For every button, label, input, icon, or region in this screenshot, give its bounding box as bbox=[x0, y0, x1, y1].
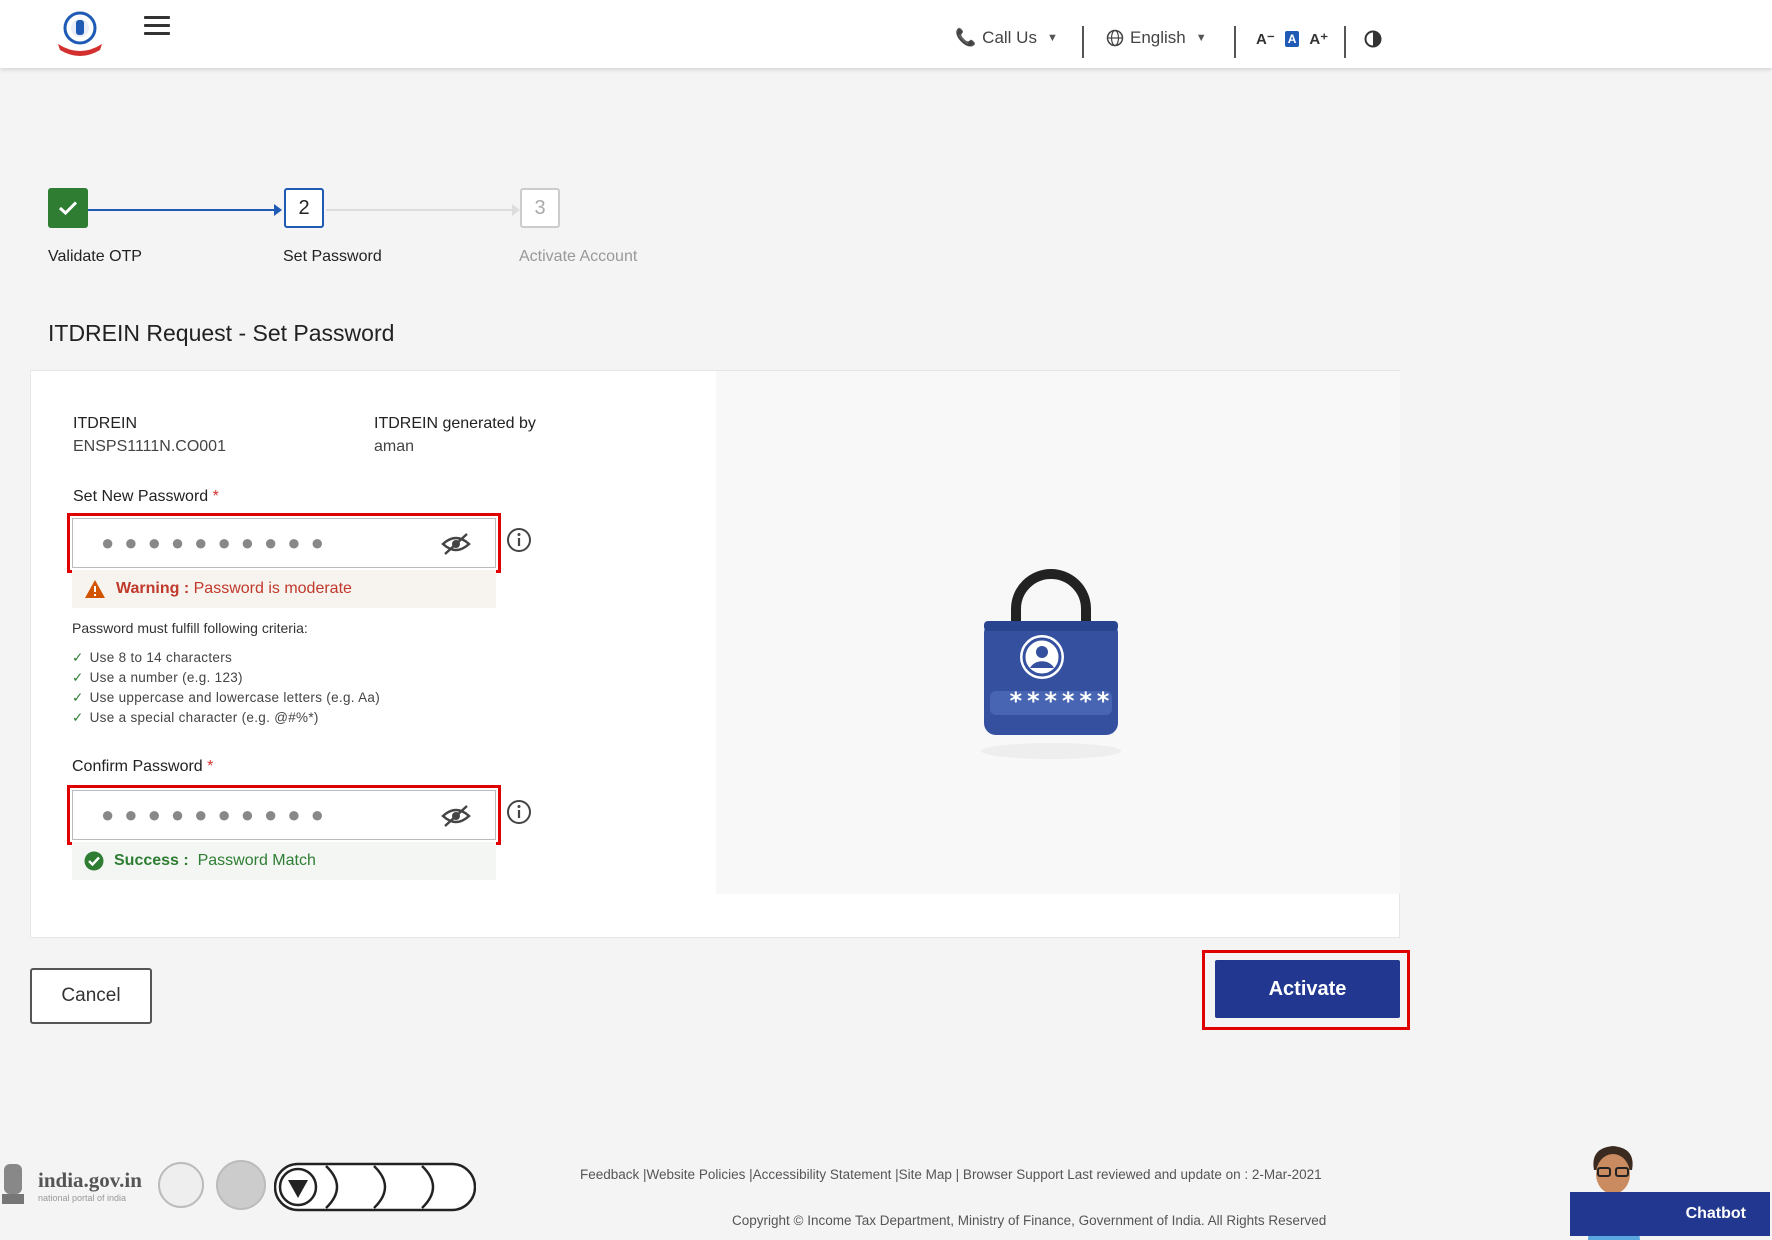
password-match-success: Success : Password Match bbox=[72, 842, 496, 880]
india-gov-text: india.gov.in bbox=[38, 1168, 142, 1192]
india-gov-link[interactable]: india.gov.in national portal of india bbox=[38, 1168, 142, 1203]
confirm-password-label: Confirm Password * bbox=[72, 758, 213, 776]
new-password-input[interactable]: ●●●●●●●●●● bbox=[67, 513, 501, 573]
hamburger-menu-icon[interactable] bbox=[144, 16, 170, 38]
padlock-illustration-icon bbox=[981, 569, 1121, 759]
eye-off-icon[interactable] bbox=[441, 804, 471, 828]
warning-icon bbox=[85, 580, 105, 598]
globe-icon bbox=[1106, 29, 1124, 47]
generated-by-label: ITDREIN generated by bbox=[374, 415, 536, 432]
warning-text: Password is moderate bbox=[193, 580, 352, 597]
chatbot-button[interactable]: Chatbot bbox=[1570, 1192, 1770, 1236]
decrease-font-button[interactable]: A⁻ bbox=[1256, 30, 1275, 48]
confirm-password-input[interactable]: ●●●●●●●●●● bbox=[67, 785, 501, 845]
new-password-label-text: Set New Password bbox=[73, 488, 209, 505]
criteria-item: Use uppercase and lowercase letters (e.g… bbox=[72, 690, 380, 706]
eye-off-icon[interactable] bbox=[441, 532, 471, 556]
illustration-panel: ****** bbox=[716, 371, 1400, 894]
iso-certification-badges-icon bbox=[274, 1162, 476, 1212]
increase-font-button[interactable]: A⁺ bbox=[1309, 30, 1328, 48]
arrow-icon bbox=[512, 204, 520, 216]
warning-prefix: Warning : bbox=[116, 580, 190, 597]
lock-mask-text: ****** bbox=[1008, 687, 1114, 715]
footer-links[interactable]: Feedback |Website Policies |Accessibilit… bbox=[580, 1163, 1360, 1187]
emblem-logo-icon[interactable] bbox=[54, 10, 106, 56]
page-title: ITDREIN Request - Set Password bbox=[48, 320, 395, 346]
itdrein-label: ITDREIN bbox=[73, 415, 137, 432]
activate-button-highlight: Activate bbox=[1202, 950, 1410, 1030]
step-label-activate-account: Activate Account bbox=[519, 248, 638, 265]
step-activate-account-indicator: 3 bbox=[520, 188, 560, 228]
criteria-item: Use a number (e.g. 123) bbox=[72, 670, 243, 686]
activate-button[interactable]: Activate bbox=[1215, 960, 1400, 1018]
password-strength-warning: Warning : Password is moderate bbox=[72, 570, 496, 608]
divider bbox=[1344, 26, 1346, 58]
chevron-down-icon: ▼ bbox=[1195, 32, 1207, 44]
national-emblem-icon bbox=[2, 1164, 24, 1204]
india-gov-tagline: national portal of india bbox=[38, 1193, 127, 1203]
divider bbox=[1234, 26, 1236, 58]
step-label-validate-otp: Validate OTP bbox=[48, 248, 142, 265]
language-label: English bbox=[1130, 28, 1186, 47]
new-password-masked-value: ●●●●●●●●●● bbox=[101, 530, 334, 555]
required-asterisk: * bbox=[207, 758, 214, 775]
check-icon bbox=[58, 201, 78, 216]
new-password-label: Set New Password * bbox=[73, 488, 219, 506]
language-dropdown[interactable]: English ▼ bbox=[1106, 28, 1207, 48]
info-icon[interactable] bbox=[506, 799, 532, 825]
contrast-toggle-icon[interactable] bbox=[1364, 30, 1382, 48]
required-asterisk: * bbox=[212, 488, 219, 505]
warning-message: Warning : Password is moderate bbox=[116, 580, 352, 598]
success-message: Success : Password Match bbox=[114, 852, 316, 870]
arrow-icon bbox=[274, 204, 282, 216]
cancel-button[interactable]: Cancel bbox=[30, 968, 152, 1024]
step-label-set-password: Set Password bbox=[283, 248, 382, 265]
success-prefix: Success : bbox=[114, 852, 189, 869]
step-connector bbox=[88, 209, 278, 211]
chevron-down-icon: ▼ bbox=[1046, 32, 1058, 44]
step-validate-otp-indicator bbox=[48, 188, 88, 228]
top-header: 📞 Call Us ▼ English ▼ A⁻ A A⁺ bbox=[0, 0, 1772, 68]
divider bbox=[1082, 26, 1084, 58]
generated-by-value: aman bbox=[374, 438, 415, 455]
call-us-dropdown[interactable]: 📞 Call Us ▼ bbox=[955, 28, 1058, 48]
criteria-heading: Password must fulfill following criteria… bbox=[72, 620, 308, 636]
phone-icon: 📞 bbox=[955, 28, 977, 47]
info-icon[interactable] bbox=[506, 527, 532, 553]
itdrein-value: ENSPS1111N.CO001 bbox=[73, 438, 226, 455]
normal-font-button[interactable]: A bbox=[1284, 31, 1300, 47]
entrust-badge-icon bbox=[216, 1160, 266, 1210]
criteria-item: Use a special character (e.g. @#%*) bbox=[72, 710, 319, 726]
confirm-password-label-text: Confirm Password bbox=[72, 758, 203, 775]
check-circle-icon bbox=[84, 851, 104, 871]
step-set-password-indicator: 2 bbox=[284, 188, 324, 228]
confirm-password-masked-value: ●●●●●●●●●● bbox=[101, 802, 334, 827]
success-text: Password Match bbox=[197, 852, 316, 869]
step-connector bbox=[326, 209, 514, 211]
copyright-text: Copyright © Income Tax Department, Minis… bbox=[732, 1213, 1327, 1228]
call-us-label: Call Us bbox=[982, 28, 1037, 47]
certification-badge-icon bbox=[158, 1162, 204, 1208]
criteria-item: Use 8 to 14 characters bbox=[72, 650, 232, 666]
font-size-controls: A⁻ A A⁺ bbox=[1256, 30, 1328, 48]
